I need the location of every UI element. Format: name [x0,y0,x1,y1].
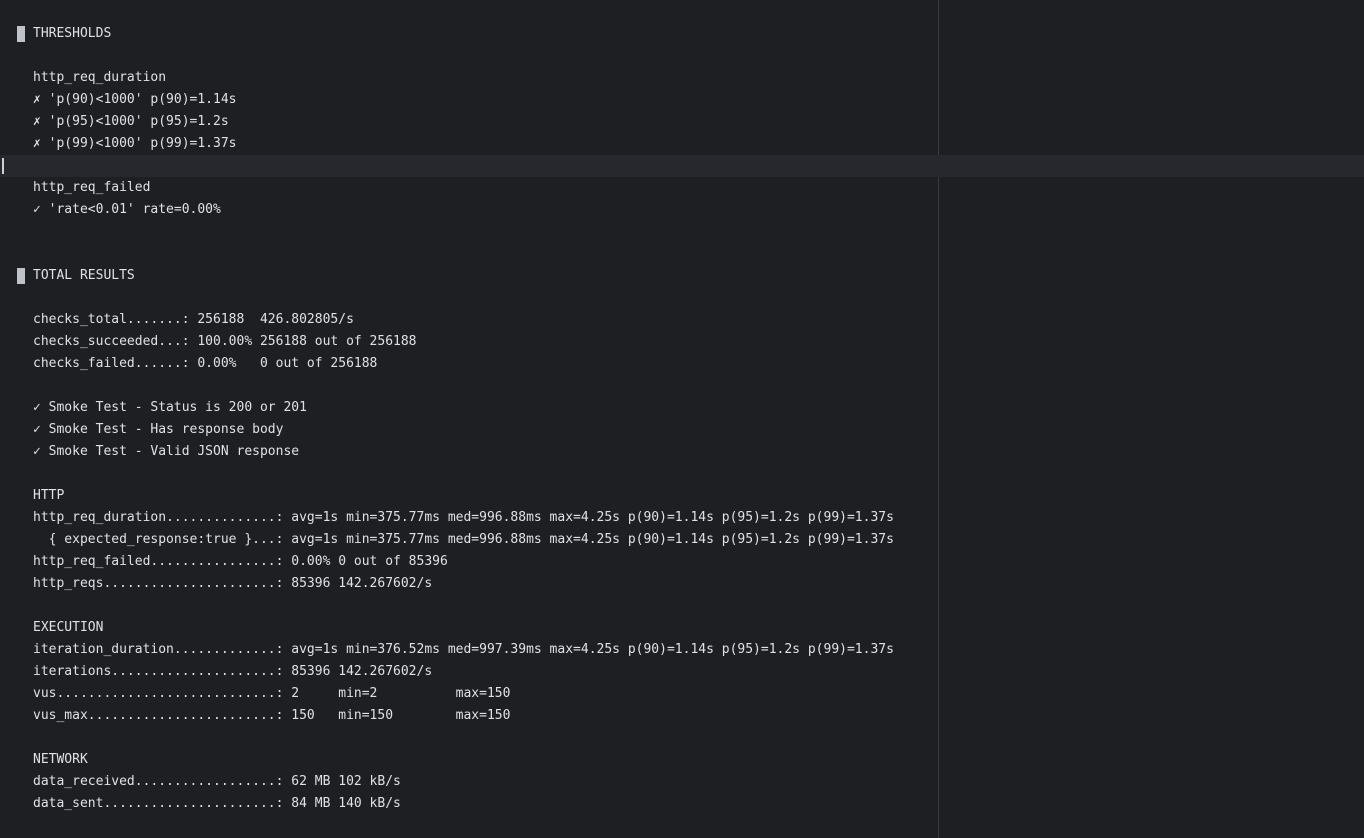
output-line: ✓ Smoke Test - Status is 200 or 201 [0,397,1364,419]
line-text: checks_succeeded...: 100.00% 256188 out … [33,334,417,349]
output-line: http_req_duration..............: avg=1s … [0,507,1364,529]
output-line: ✓ 'rate<0.01' rate=0.00% [0,199,1364,221]
output-line: EXECUTION [0,617,1364,639]
line-text: vus_max........................: 150 min… [33,708,511,723]
output-line: http_req_duration [0,67,1364,89]
line-text: ✓ Smoke Test - Status is 200 or 201 [33,400,307,415]
section-marker-icon [17,26,25,42]
output-line: NETWORK [0,749,1364,771]
line-text: NETWORK [33,752,88,767]
line-text: data_sent......................: 84 MB 1… [33,796,401,811]
line-text: http_req_duration..............: avg=1s … [33,510,894,525]
line-text: http_reqs......................: 85396 1… [33,576,433,591]
line-text: data_received..................: 62 MB 1… [33,774,401,789]
line-text: vus............................: 2 min=2… [33,686,511,701]
line-text: checks_total.......: 256188 426.802805/s [33,312,354,327]
output-line: data_received..................: 62 MB 1… [0,771,1364,793]
output-line: { expected_response:true }...: avg=1s mi… [0,529,1364,551]
line-text: ✓ Smoke Test - Has response body [33,422,284,437]
text-caret [2,158,4,174]
output-line: vus............................: 2 min=2… [0,683,1364,705]
output-line: checks_succeeded...: 100.00% 256188 out … [0,331,1364,353]
line-text: ✗ 'p(95)<1000' p(95)=1.2s [33,114,229,129]
section-header-line: THRESHOLDS [0,23,1364,45]
line-text: { expected_response:true }...: avg=1s mi… [33,532,894,547]
line-text: ✗ 'p(90)<1000' p(90)=1.14s [33,92,237,107]
output-line: ✗ 'p(95)<1000' p(95)=1.2s [0,111,1364,133]
line-text: ✓ 'rate<0.01' rate=0.00% [33,202,221,217]
section-marker-icon [17,268,25,284]
output-line: http_req_failed [0,177,1364,199]
line-text: HTTP [33,488,65,503]
section-header-line: TOTAL RESULTS [0,265,1364,287]
line-text: iteration_duration.............: avg=1s … [33,642,894,657]
output-line: ✗ 'p(90)<1000' p(90)=1.14s [0,89,1364,111]
current-line [0,155,1364,177]
output-line: ✗ 'p(99)<1000' p(99)=1.37s [0,133,1364,155]
line-text: EXECUTION [33,620,104,635]
terminal-output[interactable]: THRESHOLDS http_req_duration ✗ 'p(90)<1000… [0,23,1364,815]
line-text: ✓ Smoke Test - Valid JSON response [33,444,300,459]
line-text: THRESHOLDS [33,26,112,41]
output-line: ✓ Smoke Test - Valid JSON response [0,441,1364,463]
output-line: HTTP [0,485,1364,507]
output-line: vus_max........................: 150 min… [0,705,1364,727]
output-line: http_reqs......................: 85396 1… [0,573,1364,595]
line-text: iterations.....................: 85396 1… [33,664,433,679]
output-line: http_req_failed................: 0.00% 0… [0,551,1364,573]
output-line: checks_total.......: 256188 426.802805/s [0,309,1364,331]
output-line: iterations.....................: 85396 1… [0,661,1364,683]
line-text: http_req_failed................: 0.00% 0… [33,554,448,569]
output-line: iteration_duration.............: avg=1s … [0,639,1364,661]
line-text: http_req_failed [33,180,151,195]
line-text: ✗ 'p(99)<1000' p(99)=1.37s [33,136,237,151]
output-line: data_sent......................: 84 MB 1… [0,793,1364,815]
line-text: TOTAL RESULTS [33,268,135,283]
line-text: checks_failed......: 0.00% 0 out of 2561… [33,356,378,371]
output-line: checks_failed......: 0.00% 0 out of 2561… [0,353,1364,375]
line-text: http_req_duration [33,70,167,85]
output-line: ✓ Smoke Test - Has response body [0,419,1364,441]
